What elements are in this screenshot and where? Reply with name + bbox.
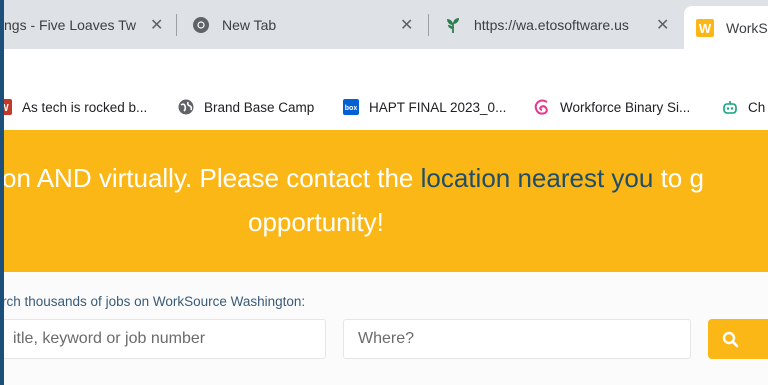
bookmark-label: Workforce Binary Si... (560, 99, 691, 115)
bookmark-brand-base-camp[interactable]: Brand Base Camp (178, 96, 314, 118)
announcement-banner: on AND virtually. Please contact the loc… (4, 130, 768, 272)
bookmark-label: Ch (748, 99, 766, 115)
bookmark-label: Brand Base Camp (204, 99, 315, 115)
banner-text: on AND virtually. Please contact the (4, 163, 421, 193)
banner-line-2: opportunity! (248, 207, 384, 237)
tab-worksource-active[interactable]: W WorkS (684, 6, 768, 49)
bookmark-workforce-binary[interactable]: Workforce Binary Si... (534, 96, 690, 118)
keyword-field[interactable] (4, 319, 326, 359)
tab-close-icon[interactable]: ✕ (656, 15, 669, 35)
box-icon: box (343, 99, 359, 115)
keyword-input[interactable] (13, 330, 325, 348)
search-label: rch thousands of jobs on WorkSource Wash… (4, 294, 306, 309)
location-link[interactable]: location nearest you (421, 163, 654, 193)
robot-icon (722, 99, 738, 115)
svg-text:box: box (345, 105, 358, 112)
bookmarks-bar: W As tech is rocked b... Brand Base Camp… (4, 49, 768, 129)
svg-text:W: W (699, 21, 712, 36)
tab-title: New Tab (222, 17, 277, 33)
tab-five-loaves[interactable]: ngs - Five Loaves Two ✕ (4, 8, 172, 42)
sprout-icon (444, 16, 462, 34)
tab-title: ngs - Five Loaves Two (4, 17, 136, 33)
search-button[interactable] (708, 319, 768, 359)
tab-separator (176, 14, 177, 36)
w-icon: W (4, 99, 12, 115)
banner-line-1: on AND virtually. Please contact the loc… (4, 163, 704, 194)
banner-text: to g (653, 163, 704, 193)
tab-separator (428, 14, 429, 36)
chrome-icon (192, 16, 210, 34)
tab-title: https://wa.etosoftware.us (474, 17, 629, 33)
location-input[interactable] (358, 330, 690, 348)
tab-close-icon[interactable]: ✕ (400, 15, 413, 35)
job-search-section: rch thousands of jobs on WorkSource Wash… (4, 272, 768, 385)
tab-etosoftware[interactable]: https://wa.etosoftware.us ✕ (444, 8, 676, 42)
bookmark-label: As tech is rocked b... (22, 99, 148, 115)
tab-strip: ngs - Five Loaves Two ✕ New Tab ✕ https:… (4, 0, 768, 49)
browser-window: ngs - Five Loaves Two ✕ New Tab ✕ https:… (4, 0, 768, 385)
svg-text:W: W (4, 103, 9, 114)
tab-title: WorkS (726, 19, 768, 36)
swirl-icon (534, 99, 550, 115)
worksource-icon: W (696, 18, 714, 37)
bookmark-tech-rocked[interactable]: W As tech is rocked b... (4, 96, 147, 118)
bookmark-ch[interactable]: Ch (722, 96, 765, 118)
tab-new-tab[interactable]: New Tab ✕ (192, 8, 422, 42)
bookmark-hapt-final[interactable]: box HAPT FINAL 2023_0... (343, 96, 506, 118)
globe-icon (178, 99, 194, 115)
search-icon (722, 331, 739, 348)
location-field[interactable] (343, 319, 691, 359)
tab-close-icon[interactable]: ✕ (150, 15, 163, 35)
bookmark-label: HAPT FINAL 2023_0... (369, 99, 507, 115)
